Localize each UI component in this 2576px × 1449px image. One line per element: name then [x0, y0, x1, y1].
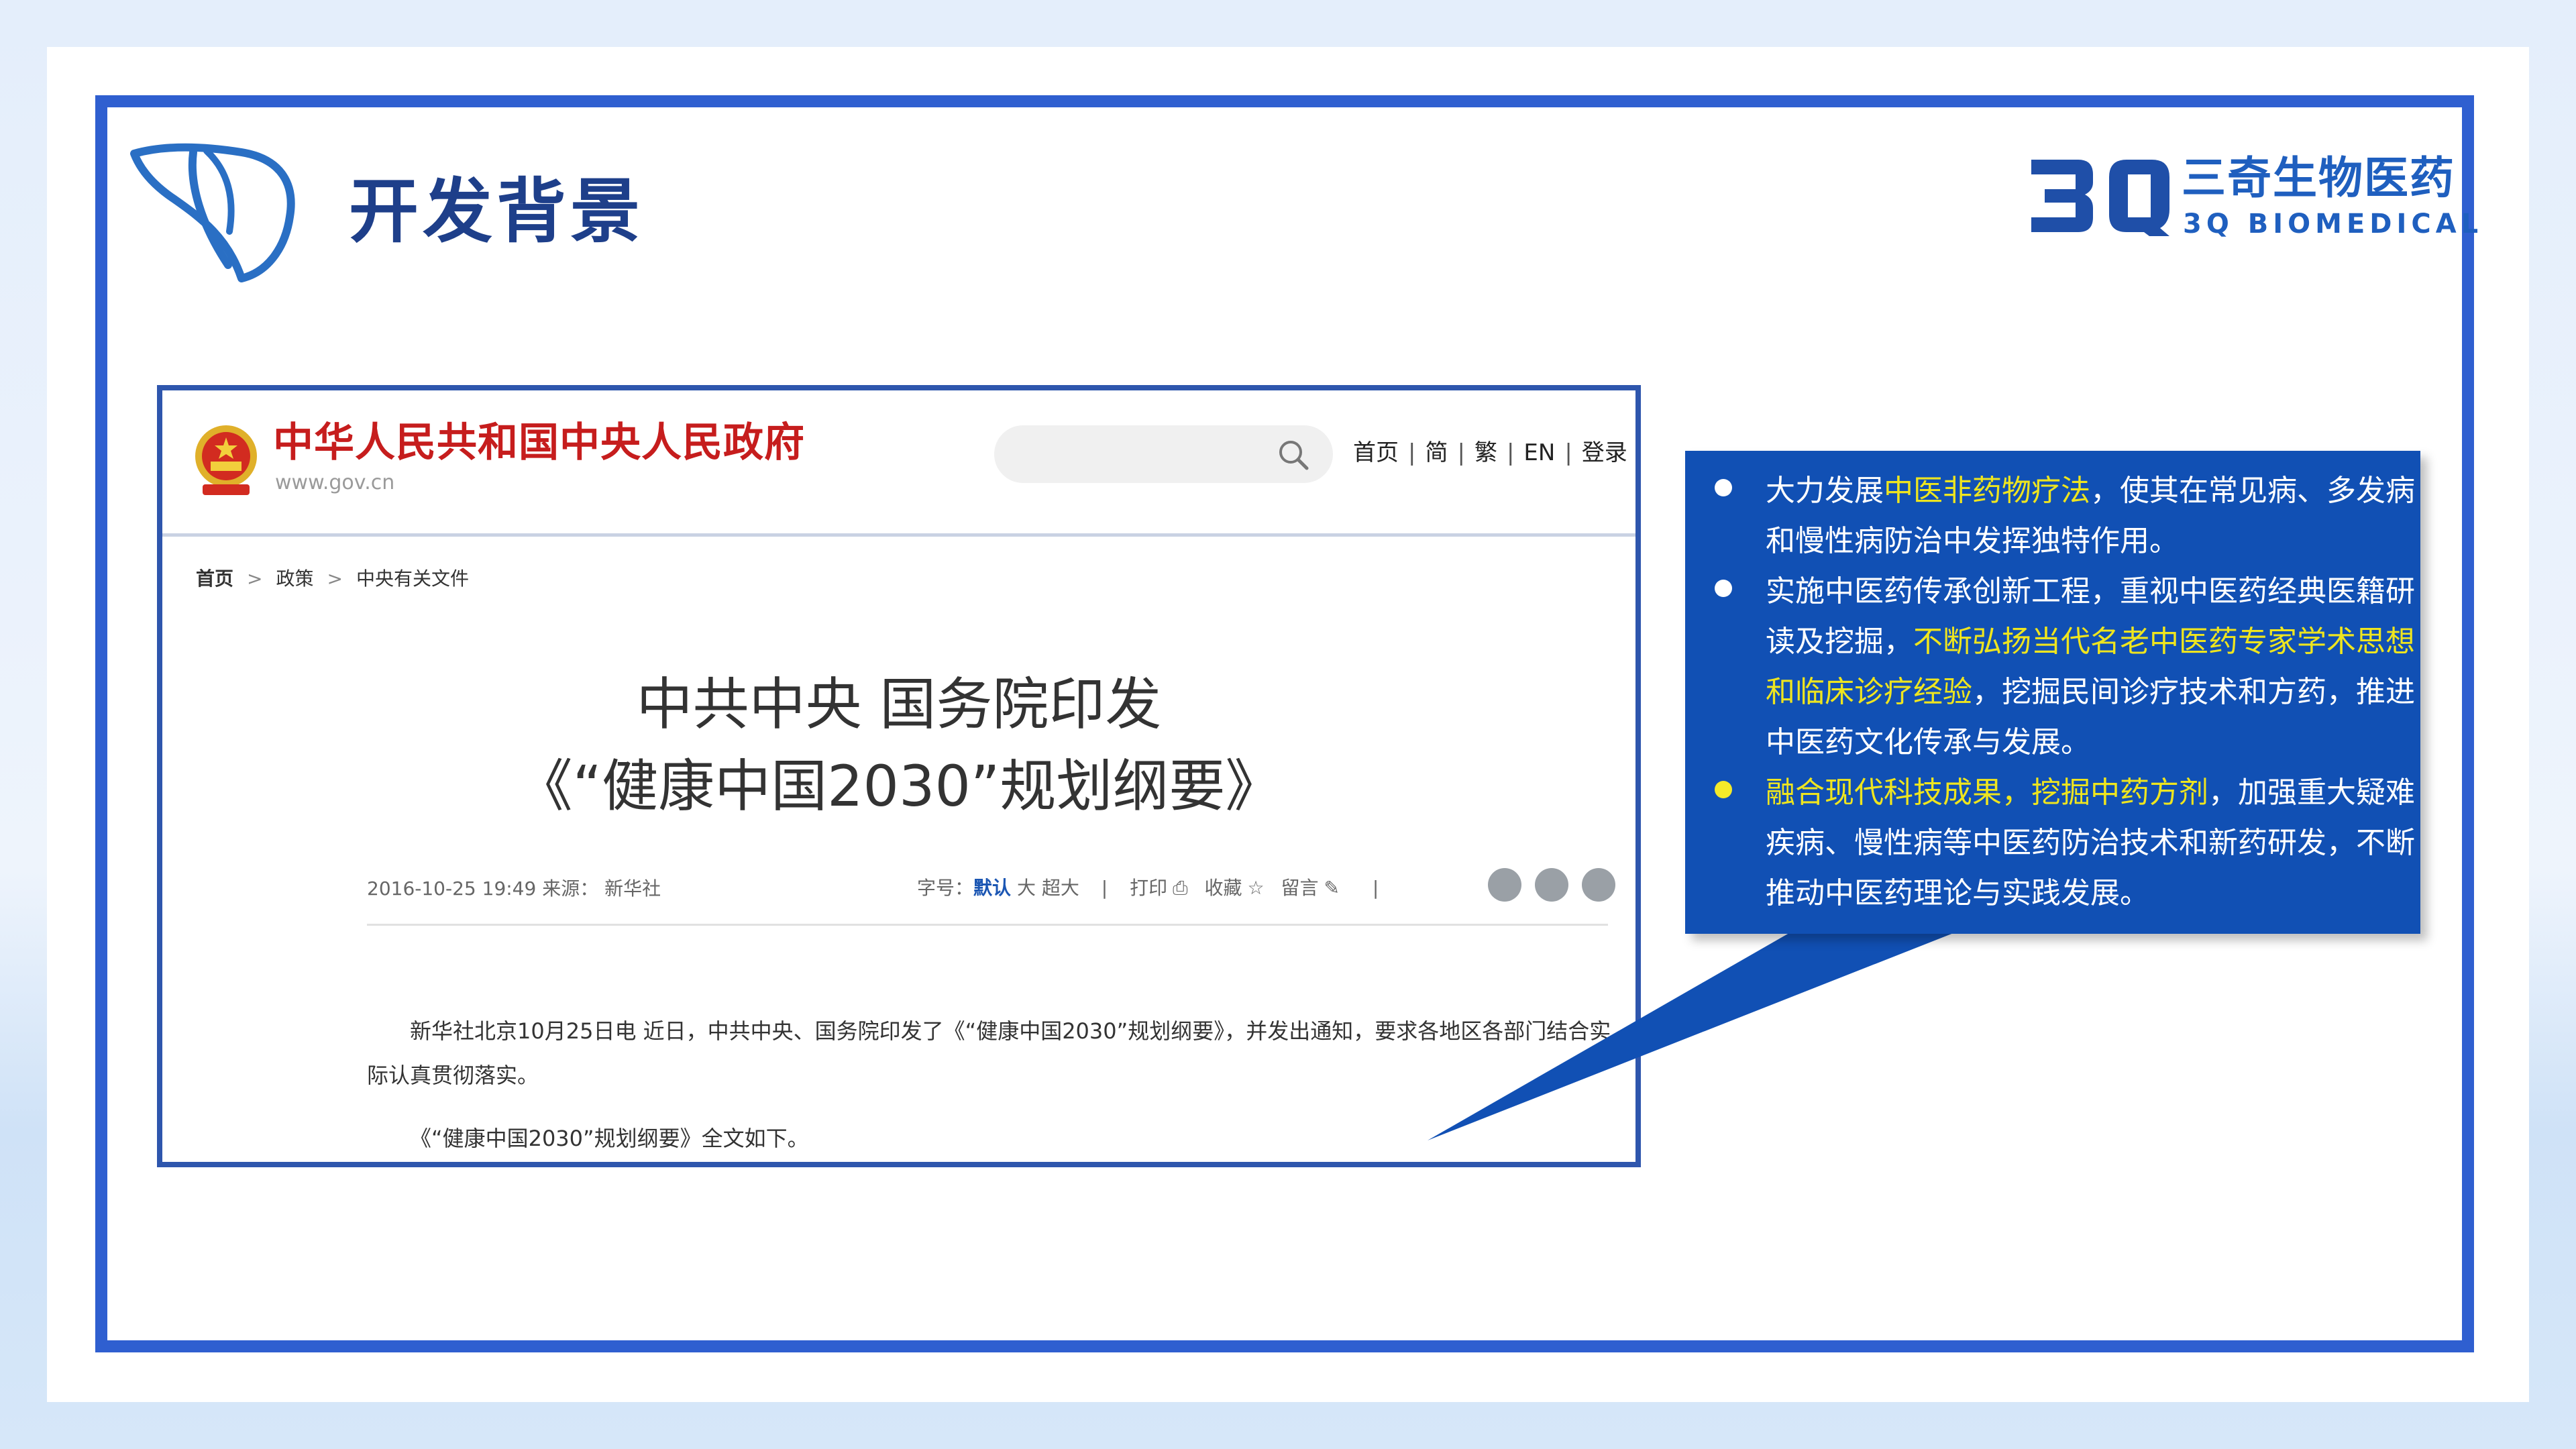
- bullet-dot-icon: [1715, 479, 1732, 496]
- callout-highlight-text: 融合现代科技成果，挖掘中药方剂: [1766, 775, 2208, 810]
- bullet-dot-icon: [1715, 580, 1732, 597]
- callout-highlight-text: 中医非药物疗法: [1884, 474, 2090, 508]
- callout-bullet-item: 大力发展中医非药物疗法，使其在常见病、多发病和慢性病防治中发挥独特作用。: [1704, 466, 2415, 566]
- callout-bullet-item: 实施中医药传承创新工程，重视中医药经典医籍研读及挖掘，不断弘扬当代名老中医药专家…: [1704, 566, 2415, 767]
- callout-text: 大力发展: [1766, 474, 1884, 508]
- callout-bullets: 大力发展中医非药物疗法，使其在常见病、多发病和慢性病防治中发挥独特作用。 实施中医…: [1704, 466, 2415, 918]
- bullet-dot-icon: [1715, 781, 1732, 798]
- callout-bullet-item: 融合现代科技成果，挖掘中药方剂，加强重大疑难疾病、慢性病等中医药防治技术和新药研…: [1704, 767, 2415, 918]
